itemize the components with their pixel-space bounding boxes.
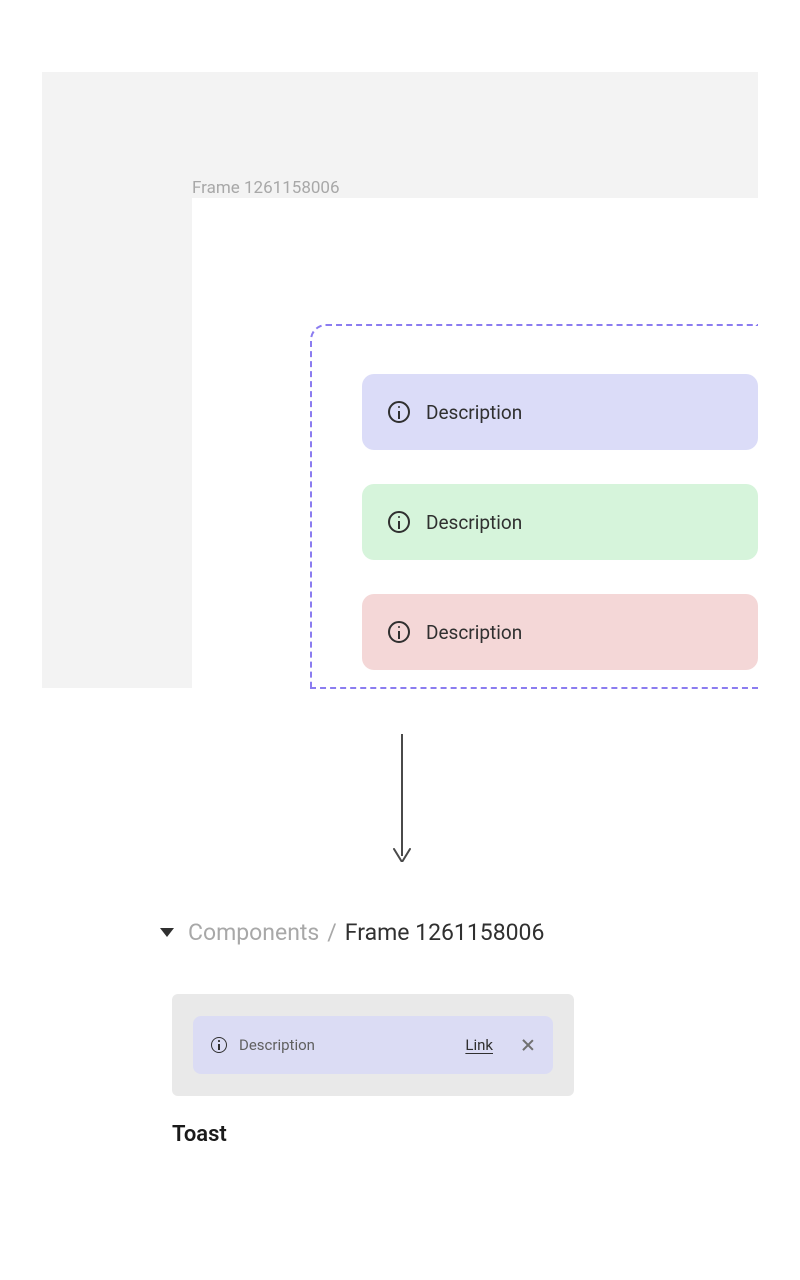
toast-error-variant[interactable]: Description xyxy=(362,594,758,670)
info-icon xyxy=(211,1037,227,1053)
collapse-caret-icon[interactable] xyxy=(160,928,174,937)
frame-label[interactable]: Frame 1261158006 xyxy=(192,178,340,198)
toast-info-variant[interactable]: Description xyxy=(362,374,758,450)
info-icon xyxy=(388,621,410,643)
toast-preview: Description Link xyxy=(193,1016,553,1074)
toast-description: Description xyxy=(426,401,522,424)
toast-description: Description xyxy=(426,621,522,644)
toast-link[interactable]: Link xyxy=(465,1036,493,1054)
close-icon[interactable] xyxy=(521,1038,535,1052)
breadcrumb-current[interactable]: Frame 1261158006 xyxy=(345,919,545,946)
breadcrumb-separator: / xyxy=(327,919,337,946)
info-icon xyxy=(388,401,410,423)
toast-success-variant[interactable]: Description xyxy=(362,484,758,560)
component-name-label: Toast xyxy=(172,1122,227,1147)
breadcrumb: Components / Frame 1261158006 xyxy=(160,919,544,946)
toast-description: Description xyxy=(426,511,522,534)
info-icon xyxy=(388,511,410,533)
component-preview-card[interactable]: Description Link xyxy=(172,994,574,1096)
arrow-down-icon xyxy=(392,734,412,862)
breadcrumb-parent[interactable]: Components xyxy=(188,919,319,946)
toast-description: Description xyxy=(239,1036,453,1054)
